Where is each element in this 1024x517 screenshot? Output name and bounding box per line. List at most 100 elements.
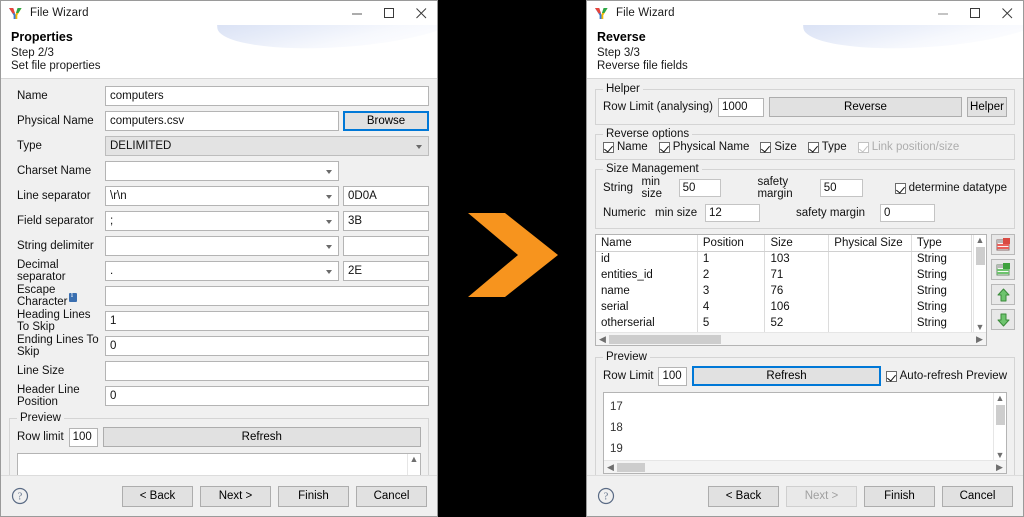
helper-legend: Helper (603, 83, 643, 95)
left-refresh-button[interactable]: Refresh (102, 427, 421, 447)
right-refresh-button[interactable]: Refresh (692, 366, 881, 386)
field-row-string-delimiter: String delimiter (9, 235, 429, 256)
column-header-name[interactable]: Name (596, 235, 698, 252)
fields-table[interactable]: Name Position Size Physical Size Type id… (595, 234, 987, 346)
vscroll-thumb[interactable] (975, 247, 985, 265)
add-table-icon[interactable] (991, 259, 1015, 280)
combo-decimal-separator[interactable]: . (105, 260, 339, 281)
left-preview-area[interactable]: ▲ ▼ ◀ ▶ (17, 453, 421, 475)
input-name[interactable]: computers (105, 85, 429, 106)
left-row-limit-input[interactable]: 100 (68, 427, 98, 447)
column-header-type[interactable]: Type (911, 235, 973, 252)
input-escape-character[interactable] (105, 285, 429, 306)
cell-type: String (911, 283, 973, 299)
combo-type-value: DELIMITED (110, 139, 172, 152)
combo-type[interactable]: DELIMITED (105, 135, 429, 156)
input-heading-lines-to-skip[interactable]: 1 (105, 310, 429, 331)
column-header-position[interactable]: Position (697, 235, 766, 252)
minimize-icon[interactable] (341, 1, 373, 25)
left-window-controls (341, 1, 437, 25)
left-preview-vscrollbar[interactable]: ▲ ▼ (407, 454, 420, 475)
table-vscrollbar[interactable]: ▲ ▼ (973, 235, 986, 333)
left-page-title: Properties (11, 30, 73, 44)
scroll-right-icon[interactable]: ▶ (993, 462, 1006, 473)
cancel-button[interactable]: Cancel (942, 485, 1013, 507)
combo-string-delimiter[interactable] (105, 235, 339, 256)
reverse-button[interactable]: Reverse (768, 97, 962, 117)
label-type: Type (17, 139, 42, 152)
table-row[interactable]: name 3 76 String (596, 283, 973, 299)
table-hscrollbar[interactable]: ◀ ▶ (596, 332, 986, 345)
hscroll-thumb[interactable] (617, 462, 645, 472)
input-ending-lines-to-skip[interactable]: 0 (105, 335, 429, 356)
column-header-size[interactable]: Size (764, 235, 830, 252)
helper-button[interactable]: Helper (967, 97, 1007, 117)
help-icon[interactable]: ? (11, 487, 29, 505)
finish-button[interactable]: Finish (864, 485, 935, 507)
vscroll-thumb[interactable] (995, 405, 1005, 425)
orange-chevron-arrow (450, 205, 575, 305)
cell-type: String (911, 251, 973, 267)
input-field-separator-hex[interactable]: 3B (343, 210, 429, 231)
right-preview-area[interactable]: 17 18 19 20 ▲ ▼ ◀ ▶ (603, 392, 1007, 474)
checkbox-determine-datatype[interactable]: determine datatype (894, 182, 1007, 194)
combo-charset-name[interactable] (105, 160, 339, 181)
back-button[interactable]: < Back (708, 485, 779, 507)
input-line-size[interactable] (105, 360, 429, 381)
minimize-icon[interactable] (927, 1, 959, 25)
move-down-icon[interactable] (991, 309, 1015, 330)
scroll-left-icon[interactable]: ◀ (604, 462, 617, 473)
table-row[interactable]: id 1 103 String (596, 251, 973, 267)
helper-row: Row Limit (analysing) 1000 Reverse Helpe… (603, 97, 1007, 117)
safety-margin-input-string[interactable]: 50 (819, 179, 863, 197)
right-row-limit-input[interactable]: 100 (658, 366, 688, 386)
close-icon[interactable] (991, 1, 1023, 25)
browse-button[interactable]: Browse (343, 110, 429, 131)
close-icon[interactable] (405, 1, 437, 25)
input-header-line-position[interactable]: 0 (105, 385, 429, 406)
checkbox-link-position-size-label: Link position/size (871, 141, 960, 153)
remove-table-icon[interactable] (991, 234, 1015, 255)
help-icon[interactable]: ? (597, 487, 615, 505)
cell-position: 2 (697, 267, 766, 283)
input-decimal-separator-hex[interactable]: 2E (343, 260, 429, 281)
safety-margin-input-numeric[interactable]: 0 (880, 204, 935, 222)
input-string-delimiter-hex[interactable] (343, 235, 429, 256)
column-header-physical-size[interactable]: Physical Size (828, 235, 912, 252)
checkbox-auto-refresh-preview[interactable]: Auto-refresh Preview (885, 370, 1007, 382)
maximize-icon[interactable] (373, 1, 405, 25)
min-size-input-numeric[interactable]: 12 (705, 204, 760, 222)
combo-line-separator[interactable]: \r\n (105, 185, 339, 206)
scroll-up-icon[interactable]: ▲ (408, 454, 421, 465)
right-preview-vscrollbar[interactable]: ▲ ▼ (993, 393, 1006, 461)
back-button[interactable]: < Back (122, 485, 193, 507)
checkbox-type-label: Type (821, 141, 847, 153)
checkbox-type[interactable]: Type (807, 141, 847, 153)
cell-position: 1 (697, 251, 766, 267)
scroll-right-icon[interactable]: ▶ (973, 334, 986, 345)
input-line-separator-hex[interactable]: 0D0A (343, 185, 429, 206)
table-row[interactable]: otherserial 5 52 String (596, 315, 973, 331)
scroll-left-icon[interactable]: ◀ (596, 334, 609, 345)
input-physical-name[interactable]: computers.csv (105, 110, 339, 131)
right-preview-hscrollbar[interactable]: ◀ ▶ (604, 460, 1006, 473)
checkbox-name[interactable]: Name (603, 141, 648, 153)
maximize-icon[interactable] (959, 1, 991, 25)
reverse-options-row: Name Physical Name Size Type Link positi… (603, 141, 1007, 153)
table-row[interactable]: serial 4 106 String (596, 299, 973, 315)
cancel-button[interactable]: Cancel (356, 485, 427, 507)
field-row-line-size: Line Size (9, 360, 429, 381)
scroll-up-icon[interactable]: ▲ (974, 235, 987, 246)
checkbox-size[interactable]: Size (760, 141, 797, 153)
right-preview-toolbar: Row Limit 100 Refresh Auto-refresh Previ… (603, 366, 1007, 386)
next-button[interactable]: Next > (200, 485, 271, 507)
min-size-input-string[interactable]: 50 (678, 179, 722, 197)
row-limit-analysing-input[interactable]: 1000 (717, 97, 764, 117)
move-up-icon[interactable] (991, 284, 1015, 305)
finish-button[interactable]: Finish (278, 485, 349, 507)
scroll-up-icon[interactable]: ▲ (994, 393, 1007, 404)
combo-field-separator[interactable]: ; (105, 210, 339, 231)
hscroll-thumb[interactable] (609, 334, 721, 344)
checkbox-physical-name[interactable]: Physical Name (658, 141, 749, 153)
table-row[interactable]: entities_id 2 71 String (596, 267, 973, 283)
